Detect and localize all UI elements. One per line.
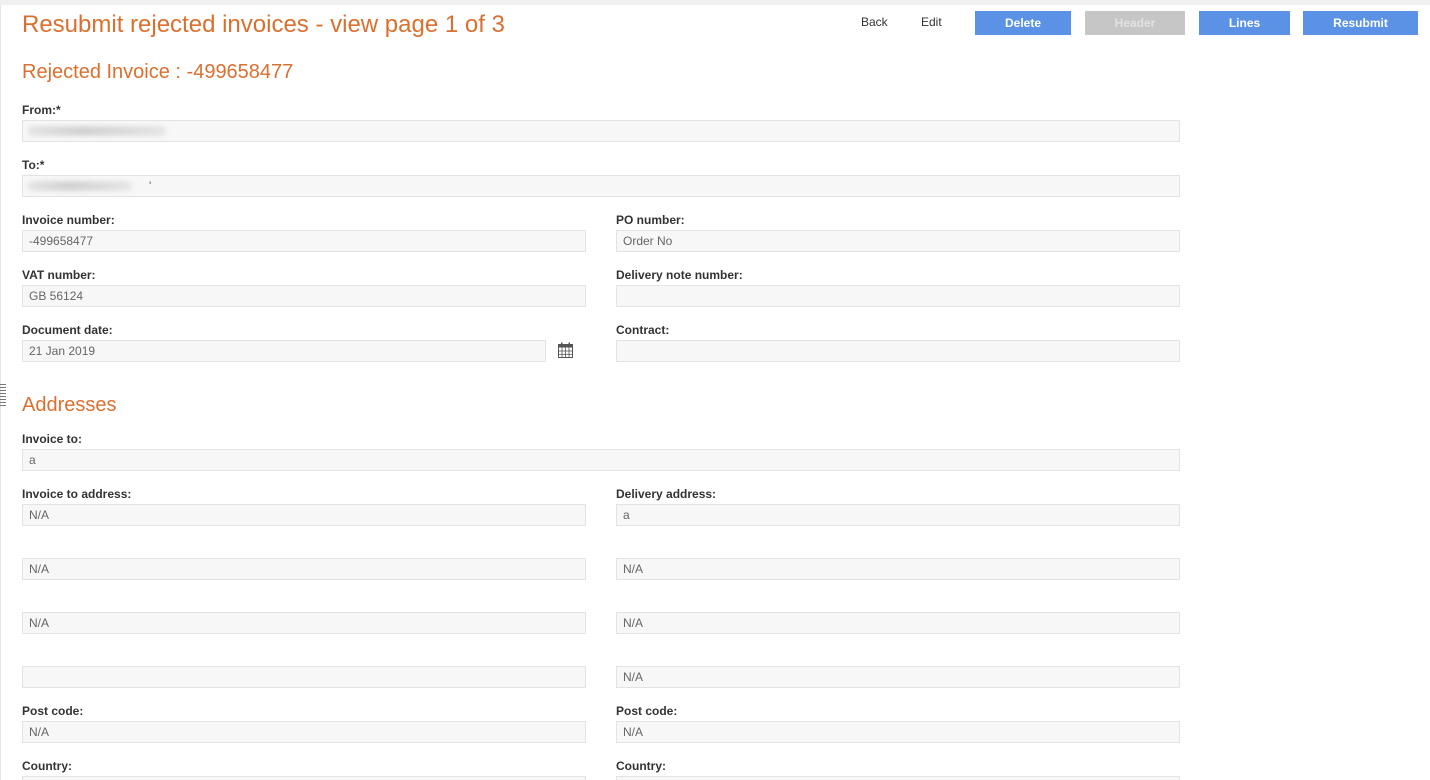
delivery-country-field[interactable] <box>616 776 1180 780</box>
invoice-to-label: Invoice to: <box>22 432 83 446</box>
delivery-country-label: Country: <box>616 759 666 773</box>
invoice-country-label: Country: <box>22 759 72 773</box>
delivery-note-number-field[interactable] <box>616 285 1180 307</box>
top-strip <box>0 0 1430 5</box>
addresses-heading: Addresses <box>22 394 117 416</box>
edit-link[interactable]: Edit <box>921 15 942 29</box>
delivery-post-code-field[interactable] <box>616 721 1180 743</box>
contract-field[interactable] <box>616 340 1180 362</box>
to-field[interactable] <box>22 175 1180 197</box>
resubmit-button[interactable]: Resubmit <box>1303 11 1418 35</box>
delivery-address-line-4[interactable] <box>616 666 1180 688</box>
vat-number-label: VAT number: <box>22 268 96 282</box>
invoice-number-label: Invoice number: <box>22 213 115 227</box>
delivery-address-label: Delivery address: <box>616 487 717 501</box>
delivery-address-line-3[interactable] <box>616 612 1180 634</box>
contract-label: Contract: <box>616 323 670 337</box>
document-date-label: Document date: <box>22 323 113 337</box>
invoice-post-code-field[interactable] <box>22 721 586 743</box>
document-date-field[interactable] <box>22 340 546 362</box>
invoice-country-field[interactable] <box>22 776 586 780</box>
calendar-icon[interactable] <box>558 342 573 358</box>
vat-number-field[interactable] <box>22 285 586 307</box>
header-button[interactable]: Header <box>1085 11 1185 35</box>
from-label: From:* <box>22 103 61 117</box>
resize-handle[interactable] <box>0 384 6 410</box>
redacted-value <box>28 126 166 136</box>
invoice-address-line-1[interactable] <box>22 504 586 526</box>
po-number-field[interactable] <box>616 230 1180 252</box>
invoice-address-line-3[interactable] <box>22 612 586 634</box>
delivery-note-number-label: Delivery note number: <box>616 268 743 282</box>
invoice-address-line-4[interactable] <box>22 666 586 688</box>
redacted-value <box>28 181 132 191</box>
page-title: Resubmit rejected invoices - view page 1… <box>22 11 505 38</box>
invoice-to-field[interactable] <box>22 449 1180 471</box>
delete-button[interactable]: Delete <box>975 11 1071 35</box>
delivery-address-line-2[interactable] <box>616 558 1180 580</box>
lines-button[interactable]: Lines <box>1199 11 1290 35</box>
from-field[interactable] <box>22 120 1180 142</box>
back-link[interactable]: Back <box>861 15 888 29</box>
invoice-number-field[interactable] <box>22 230 586 252</box>
invoice-address-line-2[interactable] <box>22 558 586 580</box>
delivery-post-code-label: Post code: <box>616 704 678 718</box>
invoice-post-code-label: Post code: <box>22 704 84 718</box>
delivery-address-line-1[interactable] <box>616 504 1180 526</box>
to-label: To:* <box>22 158 45 172</box>
invoice-to-address-label: Invoice to address: <box>22 487 132 501</box>
po-number-label: PO number: <box>616 213 685 227</box>
invoice-heading: Rejected Invoice : -499658477 <box>22 61 294 83</box>
